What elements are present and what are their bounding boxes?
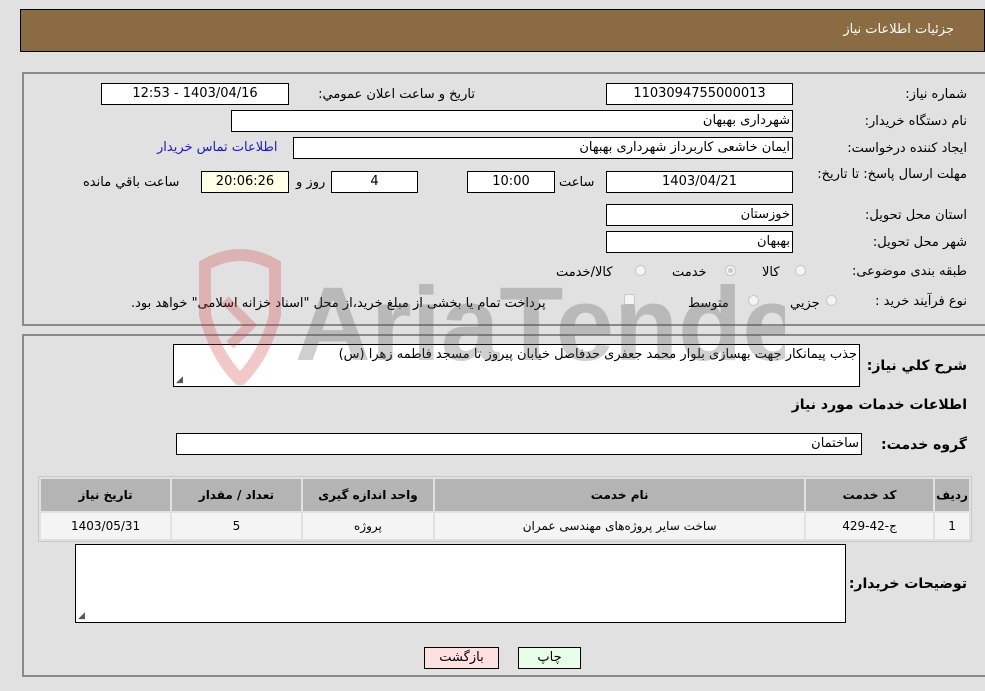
description-text: جذب پیمانکار جهت بهسازی بلوار محمد جعفری…: [338, 347, 857, 362]
buyer-org-field: شهرداری بهبهان: [231, 110, 793, 132]
deadline-time-label: ساعت: [559, 175, 595, 190]
back-button[interactable]: بازگشت: [424, 647, 499, 669]
province-label: استان محل تحويل:: [865, 208, 967, 223]
purchase-type-label: نوع فرآيند خريد :: [875, 294, 967, 309]
col-header-service-name: نام خدمت: [433, 477, 807, 513]
page-title: جزئيات اطلاعات نياز: [843, 22, 954, 37]
cell-service-name: ساخت ساير پروژه‌های مهندسی عمران: [433, 511, 807, 541]
cell-row-number: 1: [933, 511, 971, 541]
announce-datetime-field: 1403/04/16 - 12:53: [101, 83, 289, 105]
col-header-need-date: تاريخ نياز: [38, 477, 173, 513]
need-number-field: 1103094755000013: [606, 83, 793, 105]
resize-handle-icon[interactable]: ◢: [176, 376, 183, 385]
services-heading: اطلاعات خدمات مورد نياز: [791, 397, 967, 413]
deadline-time-field: 10:00: [467, 171, 555, 193]
print-button[interactable]: چاپ: [518, 647, 581, 669]
cell-service-code: ج-42-429: [804, 511, 936, 541]
city-field: بهبهان: [606, 231, 793, 253]
category-radio-goods-service[interactable]: [635, 265, 646, 276]
cell-need-date: 1403/05/31: [38, 511, 173, 541]
remaining-days-field: 4: [331, 171, 418, 193]
buyer-contact-link[interactable]: اطلاعات تماس خريدار: [157, 140, 277, 155]
treasury-checkbox-label: پرداخت تمام يا بخشی از مبلغ خريد،از محل …: [131, 296, 546, 311]
service-group-field: ساختمان: [176, 433, 862, 455]
purchase-radio-minor[interactable]: [826, 295, 837, 306]
buyer-org-label: نام دستگاه خريدار:: [864, 114, 967, 129]
province-field: خوزستان: [606, 204, 793, 226]
page-header: جزئيات اطلاعات نياز: [20, 9, 985, 52]
category-label: طبقه بندی موضوعی:: [851, 264, 967, 279]
table-header-row: رديف کد خدمت نام خدمت واحد اندازه گيری ت…: [38, 477, 971, 513]
requester-field: ايمان خاشعی کاربرداز شهرداری بهبهان: [293, 137, 793, 159]
services-table-wrapper: رديف کد خدمت نام خدمت واحد اندازه گيری ت…: [38, 476, 972, 542]
col-header-row-number: رديف: [933, 477, 971, 513]
service-group-label: گروه خدمت:: [881, 437, 967, 453]
description-textarea[interactable]: جذب پیمانکار جهت بهسازی بلوار محمد جعفری…: [173, 344, 860, 387]
col-header-service-code: کد خدمت: [804, 477, 936, 513]
purchase-radio-medium[interactable]: [748, 295, 759, 306]
category-radio-service[interactable]: [725, 265, 736, 276]
cell-unit: پروژه: [300, 511, 436, 541]
services-table: رديف کد خدمت نام خدمت واحد اندازه گيری ت…: [38, 477, 971, 541]
col-header-quantity: تعداد / مقدار: [170, 477, 303, 513]
city-label: شهر محل تحويل:: [872, 235, 967, 250]
remaining-label: ساعت باقي مانده: [83, 175, 180, 190]
col-header-unit: واحد اندازه گيری: [300, 477, 436, 513]
days-label: روز و: [296, 175, 326, 190]
cell-quantity: 5: [170, 511, 303, 541]
category-option-goods-service: کالا/خدمت: [556, 265, 613, 280]
deadline-label: مهلت ارسال پاسخ: تا تاريخ:: [817, 167, 967, 182]
remaining-time-field: 20:06:26: [201, 171, 289, 193]
buyer-notes-textarea[interactable]: ◢: [75, 544, 846, 623]
description-label: شرح کلي نياز:: [866, 358, 967, 374]
category-option-goods: کالا: [762, 265, 780, 280]
treasury-checkbox[interactable]: [624, 294, 635, 305]
buyer-notes-label: توضيحات خريدار:: [848, 576, 967, 592]
purchase-option-medium: متوسط: [688, 296, 729, 311]
table-row: 1 ج-42-429 ساخت ساير پروژه‌های مهندسی عم…: [38, 511, 971, 541]
requester-label: ايجاد کننده درخواست:: [847, 141, 967, 156]
category-option-service: خدمت: [672, 265, 707, 280]
announce-datetime-label: تاريخ و ساعت اعلان عمومي:: [318, 87, 475, 102]
category-radio-goods[interactable]: [795, 265, 806, 276]
need-number-label: شماره نياز:: [905, 87, 967, 102]
resize-handle-icon[interactable]: ◢: [78, 612, 85, 621]
deadline-date-field: 1403/04/21: [606, 171, 793, 193]
purchase-option-minor: جزيي: [790, 296, 820, 311]
